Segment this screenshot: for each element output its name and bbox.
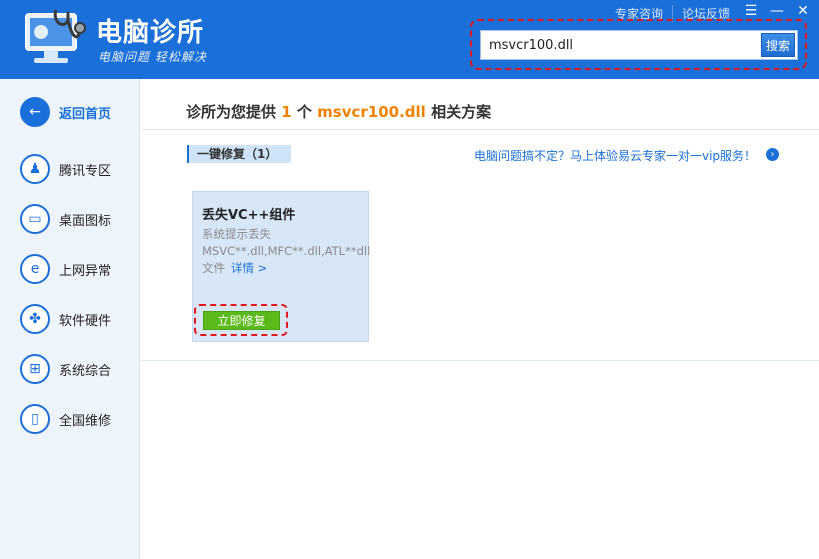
repair-now-button[interactable]: 立即修复 — [203, 311, 280, 330]
qq-penguin-icon: ♟ — [20, 154, 50, 184]
divider — [141, 360, 819, 361]
sidebar-item-desktop-icons[interactable]: ▭ 桌面图标 — [0, 202, 140, 236]
fix-highlight-frame: 立即修复 — [194, 304, 288, 336]
sidebar-item-home[interactable]: ← 返回首页 — [0, 95, 140, 129]
sidebar-item-label: 上网异常 — [59, 263, 112, 279]
ie-browser-icon: e — [20, 254, 50, 284]
divider — [141, 129, 819, 130]
card-title: 丢失VC++组件 — [202, 208, 296, 223]
app-subtitle: 电脑问题 轻松解决 — [98, 50, 207, 64]
repair-phone-icon: ▯ — [20, 404, 50, 434]
details-link[interactable]: 详情 > — [231, 261, 267, 275]
title-prefix: 诊所为您提供 — [186, 103, 277, 121]
sidebar-item-internet[interactable]: e 上网异常 — [0, 252, 140, 286]
title-suffix: 相关方案 — [431, 103, 492, 121]
app-header: 电脑诊所 电脑问题 轻松解决 专家咨询 论坛反馈 ☰ — ✕ 搜索 — [0, 0, 819, 79]
tab-one-click-repair[interactable]: 一键修复（1） — [187, 145, 291, 163]
result-count: 1 — [281, 103, 292, 121]
sidebar-item-label: 返回首页 — [59, 106, 112, 122]
windows-icon: ⊞ — [20, 354, 50, 384]
sidebar-item-label: 软件硬件 — [59, 313, 112, 329]
query-text: msvcr100.dll — [317, 103, 426, 121]
sidebar-item-label: 桌面图标 — [59, 213, 112, 229]
card-description: 系统提示丢失MSVC**.dll,MFC**.dll,ATL**dll文件 详情 … — [202, 226, 370, 277]
sidebar: ← 返回首页 ♟ 腾讯专区 ▭ 桌面图标 e 上网异常 ✤ 软件硬件 ⊞ 系统综… — [0, 79, 140, 559]
sidebar-item-repair[interactable]: ▯ 全国维修 — [0, 402, 140, 436]
sidebar-item-label: 全国维修 — [59, 413, 112, 429]
app-title: 电脑诊所 — [96, 18, 205, 48]
close-icon[interactable]: ✕ — [795, 3, 811, 19]
stethoscope-monitor-icon — [25, 9, 86, 63]
page-title: 诊所为您提供 1 个 msvcr100.dll 相关方案 — [186, 101, 491, 122]
minimize-icon[interactable]: — — [769, 3, 785, 19]
sidebar-item-label: 系统综合 — [59, 363, 112, 379]
software-hardware-icon: ✤ — [20, 304, 50, 334]
title-unit: 个 — [296, 103, 312, 121]
monitor-icon: ▭ — [20, 204, 50, 234]
chevron-right-icon[interactable]: › — [766, 148, 779, 161]
card-description-text: 系统提示丢失MSVC**.dll,MFC**.dll,ATL**dll文件 — [202, 227, 371, 275]
sidebar-item-tencent[interactable]: ♟ 腾讯专区 — [0, 152, 140, 186]
search-box: 搜索 — [480, 30, 798, 60]
window-controls: ☰ — ✕ — [743, 3, 811, 19]
search-input[interactable] — [481, 31, 765, 59]
sidebar-item-system[interactable]: ⊞ 系统综合 — [0, 352, 140, 386]
search-highlight-frame: 搜索 — [470, 19, 807, 70]
back-arrow-icon: ← — [20, 97, 50, 127]
sidebar-item-software-hardware[interactable]: ✤ 软件硬件 — [0, 302, 140, 336]
vip-service-link[interactable]: 电脑问题搞不定？马上体验易云专家一对一vip服务！ — [474, 147, 756, 164]
sidebar-item-label: 腾讯专区 — [59, 163, 112, 179]
menu-icon[interactable]: ☰ — [743, 3, 759, 19]
search-button[interactable]: 搜索 — [761, 33, 795, 57]
solution-card: 丢失VC++组件 系统提示丢失MSVC**.dll,MFC**.dll,ATL*… — [192, 191, 370, 342]
